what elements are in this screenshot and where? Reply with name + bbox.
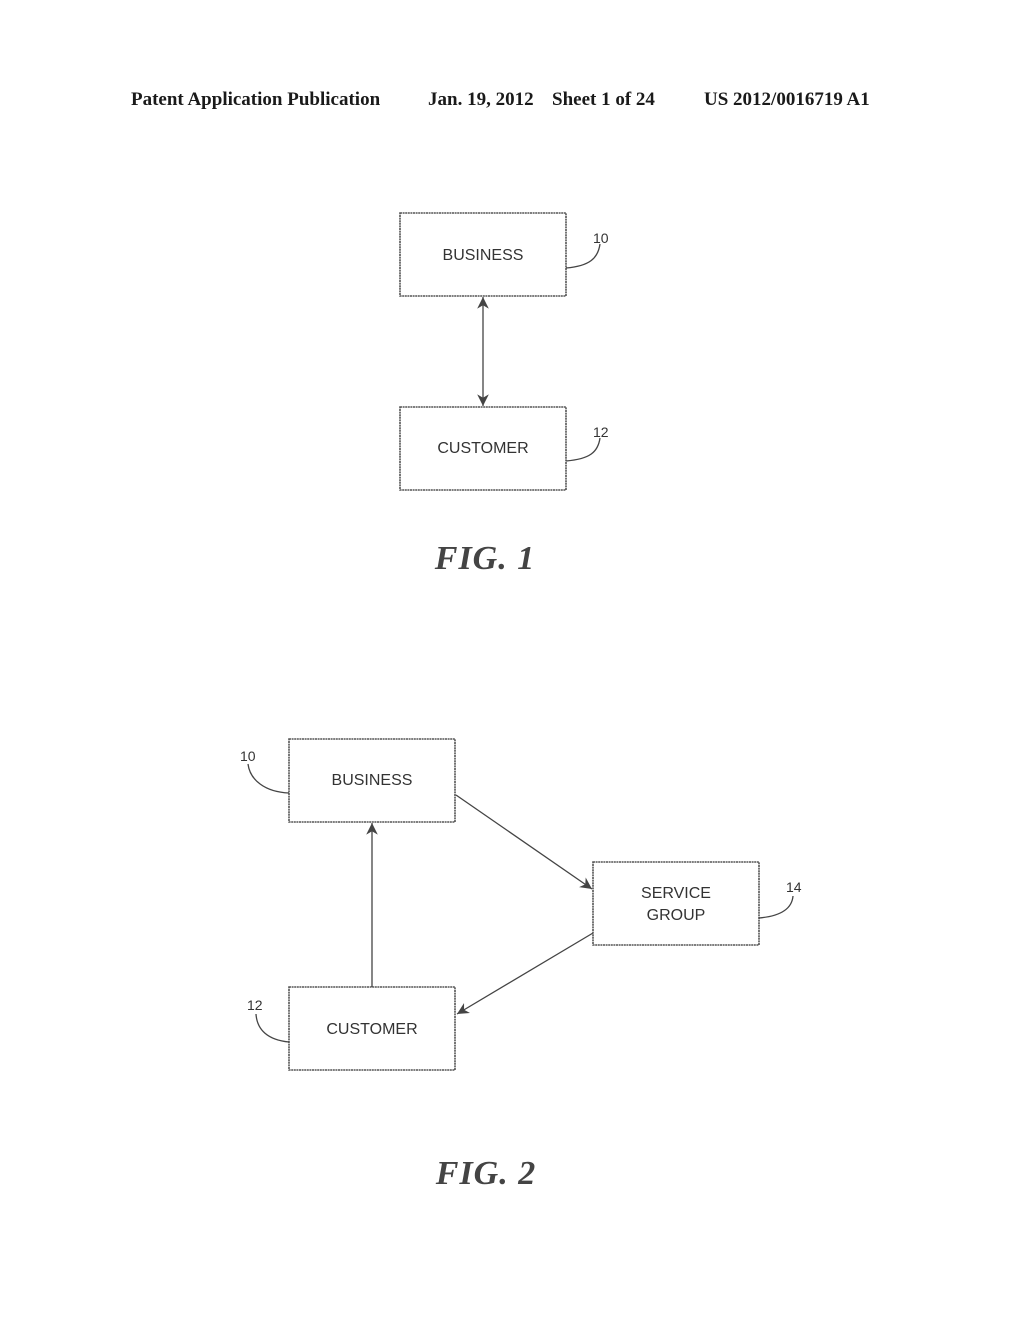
fig2-service-group-box: [592, 861, 760, 946]
fig1-customer-label: CUSTOMER: [437, 440, 528, 457]
fig1-business-ref: 10: [593, 230, 609, 246]
fig2-caption: FIG. 2: [435, 1155, 536, 1192]
fig2-diagram: BUSINESS 10 SERVICE GROUP 14 CUSTOMER 12…: [240, 738, 802, 1192]
fig1-customer-leader-line: [565, 437, 601, 462]
fig1-node-business: BUSINESS 10: [399, 212, 609, 297]
fig2-service-group-ref: 14: [786, 879, 802, 895]
fig2-business-label: BUSINESS: [332, 772, 413, 789]
fig1-customer-ref: 12: [593, 424, 609, 440]
fig2-edge-service-group-to-customer: [456, 932, 594, 1015]
fig2-node-business: BUSINESS 10: [240, 738, 456, 823]
fig1-business-label: BUSINESS: [443, 247, 524, 264]
fig1-business-leader-line: [565, 243, 601, 269]
fig2-service-group-label-line2: GROUP: [647, 907, 706, 924]
fig1-node-customer: CUSTOMER 12: [399, 406, 609, 491]
fig2-service-group-leader-line: [758, 895, 794, 919]
fig2-edge-business-to-service-group: [455, 794, 593, 890]
fig2-customer-ref: 12: [247, 997, 263, 1013]
fig1-caption: FIG. 1: [434, 540, 535, 577]
fig2-customer-leader-line: [255, 1013, 290, 1043]
fig2-business-leader-line: [247, 763, 290, 794]
fig2-service-group-label-line1: SERVICE: [641, 885, 711, 902]
fig2-node-customer: CUSTOMER 12: [247, 986, 456, 1071]
fig2-customer-label: CUSTOMER: [326, 1021, 417, 1038]
fig1-diagram: BUSINESS 10 CUSTOMER 12 FIG. 1: [399, 212, 609, 577]
fig2-node-service-group: SERVICE GROUP 14: [592, 861, 802, 946]
patent-figures: BUSINESS 10 CUSTOMER 12 FIG. 1 BUSINESS …: [240, 212, 802, 1192]
fig2-business-ref: 10: [240, 748, 256, 764]
